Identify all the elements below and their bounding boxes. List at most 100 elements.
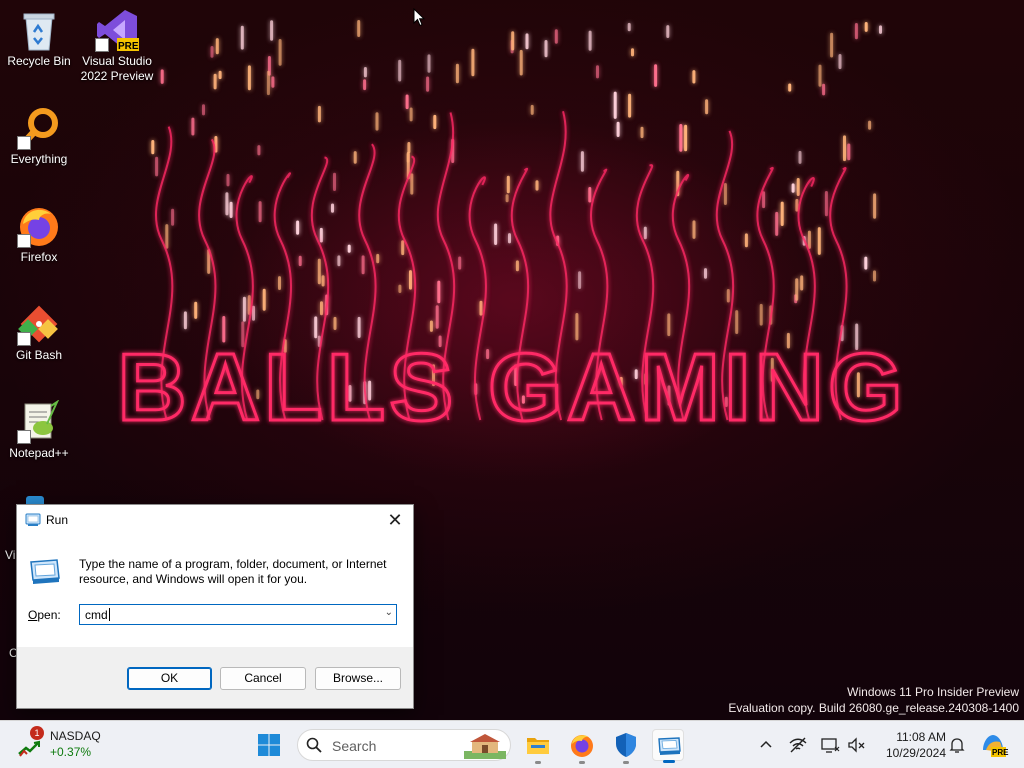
wallpaper-spark xyxy=(429,320,433,332)
wallpaper-spark xyxy=(331,203,334,213)
desktop-icon-firefox[interactable]: Firefox xyxy=(1,204,77,265)
wallpaper-spark xyxy=(791,183,795,193)
wallpaper-spark xyxy=(684,124,688,152)
taskbar: 1 NASDAQ +0.37% Search 11:08 AM 10/29/20… xyxy=(0,720,1024,768)
wallpaper-spark xyxy=(744,233,748,248)
wallpaper-spark xyxy=(704,268,707,279)
copilot-button[interactable]: PRE xyxy=(980,732,1008,758)
wallpaper-spark xyxy=(873,193,877,219)
firefox-icon xyxy=(571,735,593,757)
stock-chart-icon xyxy=(18,740,40,757)
cancel-button[interactable]: Cancel xyxy=(220,667,306,690)
start-button[interactable] xyxy=(253,729,285,761)
desktop-icon-git-bash[interactable]: Git Bash xyxy=(1,302,77,363)
wallpaper-spark xyxy=(218,70,222,80)
wallpaper-spark xyxy=(795,278,799,301)
wallpaper-spark xyxy=(262,288,266,311)
wallpaper-spark xyxy=(215,38,219,55)
sound-off-icon xyxy=(848,737,865,753)
wallpaper-spark xyxy=(535,180,539,191)
wallpaper-spark xyxy=(320,301,323,316)
wallpaper-spark xyxy=(515,260,519,272)
browse-button[interactable]: Browse... xyxy=(315,667,401,690)
start-icon xyxy=(258,734,280,756)
wallpaper-spark xyxy=(194,301,198,319)
stock-widget[interactable]: 1 NASDAQ +0.37% xyxy=(18,726,128,763)
wallpaper-spark xyxy=(613,91,617,119)
wallpaper-spark xyxy=(226,173,230,187)
git-bash-icon xyxy=(17,302,61,346)
wallpaper-spark xyxy=(210,46,214,58)
shortcut-arrow-icon xyxy=(95,38,109,52)
desktop-icon-label: Visual Studio 2022 Preview xyxy=(80,54,154,83)
desktop-icon-label: Recycle Bin xyxy=(7,54,71,68)
wallpaper-spark xyxy=(631,48,634,57)
wallpaper-spark xyxy=(252,305,255,321)
wallpaper-spark xyxy=(347,244,351,253)
wallpaper-spark xyxy=(588,187,592,203)
wallpaper-spark xyxy=(824,191,828,217)
wallpaper-spark xyxy=(455,63,459,84)
wallpaper-spark xyxy=(191,117,195,136)
file-explorer-button[interactable] xyxy=(522,729,554,764)
pre-badge: PRE xyxy=(118,41,139,52)
wallpaper-spark xyxy=(278,276,281,290)
wallpaper-spark xyxy=(361,255,365,275)
desktop-icon-label: Firefox xyxy=(20,250,58,264)
wallpaper-spark xyxy=(398,284,402,293)
close-button[interactable]: ✕ xyxy=(383,509,407,531)
network-status-button[interactable] xyxy=(788,735,808,755)
widget-name: NASDAQ xyxy=(50,729,101,743)
wallpaper-spark xyxy=(580,151,584,172)
windows-security-button[interactable] xyxy=(610,729,642,764)
wallpaper-spark xyxy=(479,300,483,316)
open-input[interactable]: cmd xyxy=(85,608,110,622)
wallpaper-spark xyxy=(353,151,357,164)
wallpaper-spark xyxy=(544,40,548,58)
open-combobox[interactable]: cmd ⌄ xyxy=(79,604,397,625)
show-hidden-icons-button[interactable] xyxy=(756,735,776,755)
wallpaper-spark xyxy=(596,65,599,79)
wallpaper-spark xyxy=(735,310,739,334)
wallpaper-spark xyxy=(627,22,631,32)
wallpaper-spark xyxy=(357,20,361,37)
run-dialog-titlebar[interactable]: Run ✕ xyxy=(17,505,413,535)
display-button[interactable] xyxy=(820,735,840,755)
desktop-icon-everything[interactable]: Everything xyxy=(1,106,77,167)
desktop-icon-recycle-bin[interactable]: Recycle Bin xyxy=(1,8,77,69)
wallpaper-spark xyxy=(435,305,439,329)
run-taskbar-button[interactable] xyxy=(652,729,684,763)
taskbar-search[interactable]: Search xyxy=(297,729,511,761)
wallpaper-spark xyxy=(298,255,302,267)
desktop-icon-label: Git Bash xyxy=(15,348,63,362)
run-app-icon xyxy=(25,513,41,526)
wallpaper-spark xyxy=(616,121,620,137)
wallpaper-spark xyxy=(426,76,430,92)
desktop-icon-notepad-plus-plus[interactable]: Notepad++ xyxy=(1,400,77,461)
firefox-taskbar-button[interactable] xyxy=(566,729,598,764)
desktop-icon-visual-studio[interactable]: PRE Visual Studio 2022 Preview xyxy=(79,8,155,84)
wallpaper-spark xyxy=(788,83,792,92)
wallpaper-spark xyxy=(151,140,155,155)
wallpaper-spark xyxy=(427,54,431,73)
wallpaper-spark xyxy=(762,191,766,209)
watermark-line-2: Evaluation copy. Build 26080.ge_release.… xyxy=(728,701,1019,715)
volume-button[interactable] xyxy=(846,735,866,755)
run-dialog-title: Run xyxy=(46,513,69,527)
wallpaper-spark xyxy=(333,316,337,330)
bell-icon xyxy=(949,738,965,753)
desktop-icon-label: Notepad++ xyxy=(9,446,69,460)
wallpaper-spark xyxy=(554,29,558,44)
system-clock[interactable]: 11:08 AM 10/29/2024 xyxy=(872,729,946,761)
wallpaper-spark xyxy=(213,73,217,90)
ok-button[interactable]: OK xyxy=(127,667,212,690)
wallpaper-spark xyxy=(822,83,826,96)
network-icon xyxy=(789,737,807,753)
wallpaper-spark xyxy=(640,126,644,139)
wallpaper-spark xyxy=(278,39,282,66)
wallpaper-spark xyxy=(864,22,868,32)
run-dialog[interactable]: Run ✕ Type the name of a program, folder… xyxy=(16,504,414,709)
notifications-button[interactable] xyxy=(947,735,967,755)
wallpaper-spark xyxy=(667,313,671,337)
chevron-down-icon[interactable]: ⌄ xyxy=(385,607,393,618)
